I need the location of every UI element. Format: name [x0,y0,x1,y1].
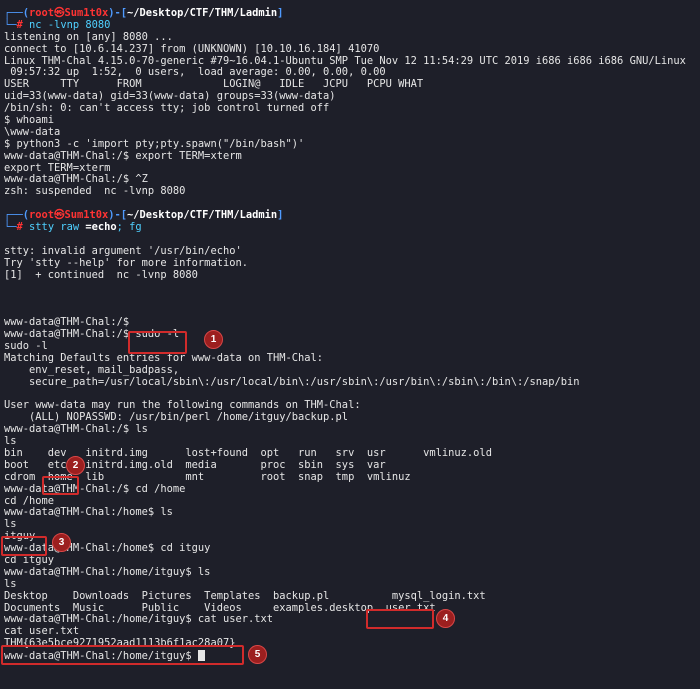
terminal-line: connect to [10.6.14.237] from (UNKNOWN) … [4,42,380,55]
terminal-line: listening on [any] 8080 ... [4,30,173,43]
step-badge-1: 1 [204,330,223,349]
terminal-line: www-data@THM-Chal:/home$ ls [4,506,173,519]
highlight-user-txt [366,609,434,629]
terminal-line: \www-data [4,125,61,138]
step-badge-5: 5 [248,645,267,664]
terminal-line: secure_path=/usr/local/sbin\:/usr/local/… [4,375,580,388]
terminal-line: cdrom home lib mnt root snap tmp vmlinuz [4,470,411,483]
terminal-window[interactable]: ┌──(root㉿Sum1t0x)-[~/Desktop/CTF/THM/Lad… [4,7,696,662]
terminal-line: [1] + continued nc -lvnp 8080 [4,268,198,281]
terminal-line: www-data@THM-Chal:/$ cd /home [4,482,186,495]
terminal-line: /bin/sh: 0: can't access tty; job contro… [4,102,330,115]
terminal-line: boot etc initrd.img.old media proc sbin … [4,458,386,471]
step-badge-4: 4 [436,609,455,628]
terminal-line: $ python3 -c 'import pty;pty.spawn("/bin… [4,137,305,150]
terminal-line: www-data@THM-Chal:/home/itguy$ ls [4,565,211,578]
terminal-line: www-data@THM-Chal:/$ ls [4,423,148,436]
terminal-line: Try 'stty --help' for more information. [4,256,248,269]
terminal-line: www-data@THM-Chal:/home$ cd itguy [4,542,211,555]
terminal-line: stty: invalid argument '/usr/bin/echo' [4,244,242,257]
highlight-home-dir [42,476,79,495]
terminal-line: env_reset, mail_badpass, [4,363,180,376]
highlight-itguy-dir [1,536,47,556]
terminal-line: zsh: suspended nc -lvnp 8080 [4,185,186,198]
shell-prompt-bottom-1: └─# nc -lvnp 8080 [4,18,111,31]
terminal-line: Matching Defaults entries for www-data o… [4,351,324,364]
stty-output: stty: invalid argument '/usr/bin/echo' Tr… [4,244,696,282]
shell-prompt-bottom-2: └─# stty raw =echo; fg [4,221,142,234]
step-badge-2: 2 [66,456,85,475]
highlight-flag [1,645,244,665]
step-badge-3: 3 [52,533,71,552]
terminal-line: ls [4,518,17,531]
terminal-line: $ whoami [4,114,55,127]
netcat-output: listening on [any] 8080 ... connect to [1… [4,30,696,198]
highlight-sudo-l [128,331,187,354]
terminal-line: www-data@THM-Chal:/$ sudo -l [4,328,180,341]
terminal-line: www-data@THM-Chal:/$ export TERM=xterm [4,149,242,162]
terminal-line: Desktop Downloads Pictures Templates bac… [4,589,486,602]
shell-session-output: www-data@THM-Chal:/$ www-data@THM-Chal:/$… [4,316,696,662]
terminal-line: ls [4,577,17,590]
terminal-line: www-data@THM-Chal:/home/itguy$ cat user.… [4,613,273,626]
